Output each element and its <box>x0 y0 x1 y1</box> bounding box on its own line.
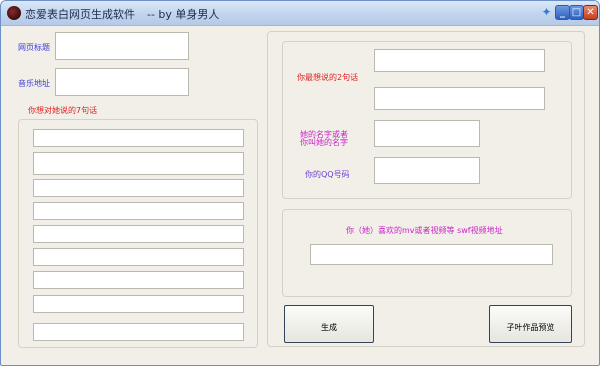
two-lines-label: 你最想说的2句话 <box>297 73 359 82</box>
line-input-2[interactable] <box>33 152 244 175</box>
line-input-6[interactable] <box>33 248 244 266</box>
minimize-icon: _ <box>560 7 565 18</box>
app-icon <box>7 6 21 20</box>
music-url-label: 音乐地址 <box>18 79 50 88</box>
generate-button[interactable]: 生成 <box>284 305 374 343</box>
app-window: 恋爱表白网页生成软件 -- by 单身男人 ✦ _ □ ✕ 网页标题 音乐地址 你… <box>0 0 600 366</box>
line-input-5[interactable] <box>33 225 244 243</box>
video-url-label: 你（她）喜欢的mv或者视频等 swf视频地址 <box>346 226 503 235</box>
page-title-label: 网页标题 <box>18 43 50 52</box>
line-input-9[interactable] <box>33 323 244 341</box>
maximize-icon: □ <box>571 7 582 18</box>
line1-input[interactable] <box>374 49 545 72</box>
her-name-label-2: 你叫她的名字 <box>300 138 348 147</box>
window-title-sub: -- by 单身男人 <box>147 8 220 21</box>
close-icon: ✕ <box>586 7 595 18</box>
preview-button-label: 子叶作品预览 <box>506 323 555 332</box>
title-bar[interactable]: 恋爱表白网页生成软件 -- by 单身男人 ✦ _ □ ✕ <box>1 1 599 26</box>
minimize-button[interactable]: _ <box>555 5 570 20</box>
line-input-8[interactable] <box>33 295 244 313</box>
video-url-input[interactable] <box>310 244 553 265</box>
maximize-button[interactable]: □ <box>569 5 584 20</box>
her-name-input[interactable] <box>374 120 480 147</box>
page-title-input[interactable] <box>55 32 189 60</box>
qq-input[interactable] <box>374 157 480 184</box>
line-input-7[interactable] <box>33 271 244 289</box>
generate-button-label: 生成 <box>321 323 337 332</box>
qq-label: 你的QQ号码 <box>305 170 350 179</box>
line2-input[interactable] <box>374 87 545 110</box>
window-title-main: 恋爱表白网页生成软件 <box>25 8 135 21</box>
preview-button[interactable]: 子叶作品预览 <box>489 305 572 343</box>
line-input-3[interactable] <box>33 179 244 197</box>
pin-icon[interactable]: ✦ <box>540 5 553 20</box>
line-input-1[interactable] <box>33 129 244 147</box>
seven-lines-label: 你想对她说的7句话 <box>28 106 98 115</box>
close-button[interactable]: ✕ <box>583 5 598 20</box>
window-title: 恋爱表白网页生成软件 -- by 单身男人 <box>25 6 219 22</box>
line-input-4[interactable] <box>33 202 244 220</box>
music-url-input[interactable] <box>55 68 189 96</box>
